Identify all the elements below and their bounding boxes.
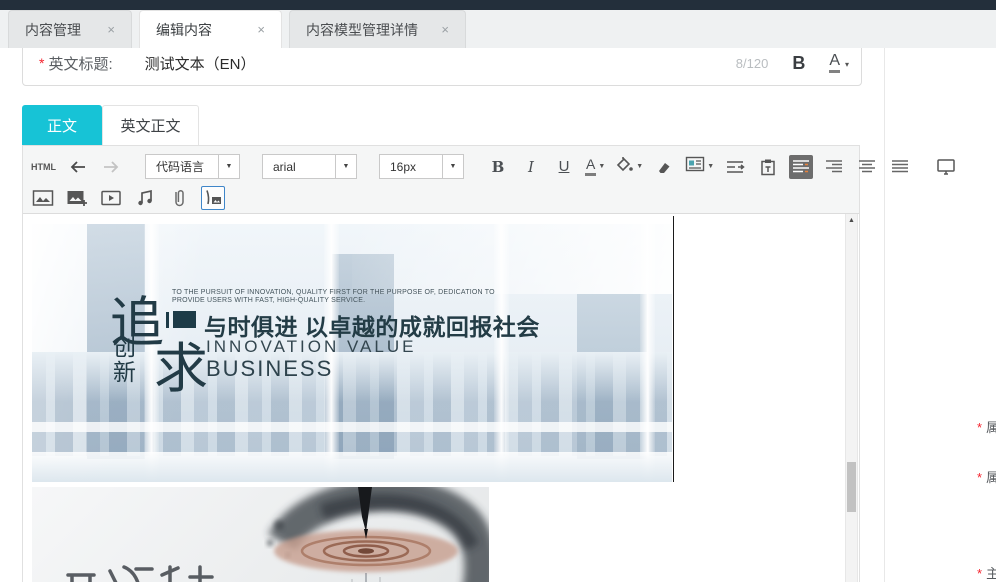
ink-painting-image[interactable] [32,487,489,582]
tab-english-body[interactable]: 英文正文 [102,105,199,145]
align-justify-button[interactable] [888,155,912,179]
chevron-down-icon: ▼ [335,155,356,178]
underline-button[interactable]: U [552,155,576,179]
char-counter: 8/120 [735,55,769,71]
required-mark: * [39,55,45,71]
banner-big-char-2: 求 [154,337,208,400]
right-field-label-3: * 主 [977,566,996,581]
font-color-icon: A [585,156,597,176]
bold-button[interactable]: B [486,155,510,179]
rich-text-editor: HTML 代码语言 ▼ arial ▼ 16px ▼ B I U A ▼ ▼ ▼… [22,145,955,582]
english-title-input[interactable]: 测试文本（EN） [145,53,256,74]
tab-label: 编辑内容 [156,21,212,38]
right-field-label-1: * 属 [977,420,996,435]
chevron-down-icon: ▼ [636,163,644,170]
banner-side-chars: 创新 [113,335,136,386]
insert-music-icon[interactable] [133,186,157,210]
align-right-button[interactable] [822,155,846,179]
preview-monitor-icon[interactable] [934,155,958,179]
content-language-tabs: 正文 英文正文 [22,105,199,145]
scrawl-icon[interactable] [201,185,225,210]
scrollbar-thumb[interactable] [847,462,856,512]
font-color-icon: A [829,53,840,73]
editor-toolbar: HTML 代码语言 ▼ arial ▼ 16px ▼ B I U A ▼ ▼ ▼ [23,146,955,214]
insert-video-icon[interactable] [99,186,123,210]
chevron-down-icon: ▼ [707,163,715,170]
right-field-label-2: * 属 [977,470,996,485]
chevron-down-icon: ▼ [598,162,606,170]
banner-image[interactable]: 追 求 创新 TO THE PURSUIT OF INNOVATION, QUA… [32,224,672,482]
tab-label: 内容管理 [25,21,81,38]
tab-content-management[interactable]: 内容管理 × [8,10,132,48]
tab-label: 内容模型管理详情 [306,21,418,38]
font-size-select[interactable]: 16px ▼ [379,154,464,179]
italic-button[interactable]: I [519,155,543,179]
indent-icon[interactable] [723,155,747,179]
banner-square-mark [173,311,196,328]
tab-main-body[interactable]: 正文 [22,105,102,145]
chevron-down-icon: ▼ [442,155,463,178]
font-family-select[interactable]: arial ▼ [262,154,357,179]
banner-tiny-text: TO THE PURSUIT OF INNOVATION, QUALITY FI… [172,289,495,304]
text-cursor [673,216,674,482]
undo-icon[interactable] [66,155,90,179]
english-title-label: 英文标题: [48,55,113,73]
insert-image-icon[interactable] [31,186,55,210]
remove-format-icon[interactable] [652,155,676,179]
redo-icon[interactable] [99,155,123,179]
tab-edit-content[interactable]: 编辑内容 × [139,10,282,48]
app-top-bar [0,0,996,10]
background-color-button[interactable]: ▼ [614,155,643,178]
tab-content-model-detail[interactable]: 内容模型管理详情 × [289,10,466,48]
banner-subline-2: BUSINESS [206,356,334,381]
chevron-down-icon: ▼ [218,155,239,178]
editor-scrollbar[interactable]: ▲ [845,214,858,582]
paint-bucket-icon [614,155,634,178]
align-center-button[interactable] [855,155,879,179]
html-source-button[interactable]: HTML [31,162,56,172]
bold-button[interactable]: B [792,54,805,72]
close-icon[interactable]: × [441,22,449,37]
attachment-icon[interactable] [167,186,191,210]
close-icon[interactable]: × [257,22,265,37]
scroll-up-icon[interactable]: ▲ [846,217,857,224]
code-language-select[interactable]: 代码语言 ▼ [145,154,240,179]
insert-image-plus-icon[interactable] [65,186,89,210]
chevron-down-icon: ▾ [844,60,849,69]
panel-divider [884,48,885,582]
editor-content-area[interactable]: 追 求 创新 TO THE PURSUIT OF INNOVATION, QUA… [23,214,859,582]
font-color-button[interactable]: A ▼ [585,156,606,176]
font-color-button[interactable]: A ▾ [829,53,849,73]
paste-icon[interactable] [756,155,780,179]
align-left-button[interactable] [789,154,814,179]
block-style-button[interactable]: ▼ [685,156,714,177]
banner-subline-1: INNOVATION VALUE [206,337,417,356]
bordered-box-icon [685,156,705,177]
window-tab-bar: 内容管理 × 编辑内容 × 内容模型管理详情 × [0,10,996,48]
close-icon[interactable]: × [107,22,115,37]
